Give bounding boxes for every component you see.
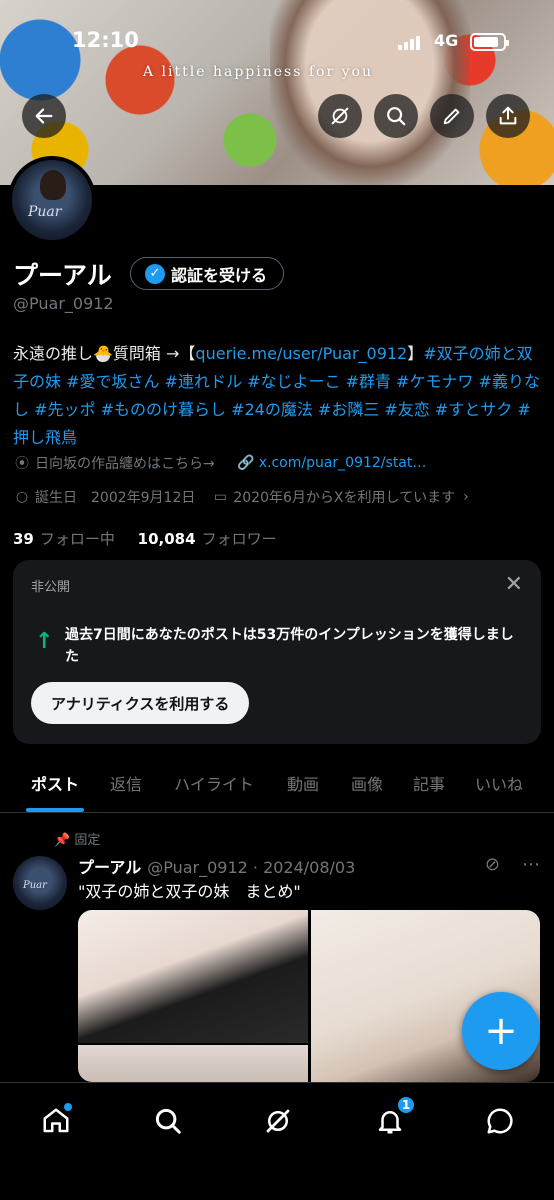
plus-icon: + bbox=[484, 1008, 518, 1054]
nav-messages[interactable] bbox=[480, 1101, 520, 1141]
search-button[interactable] bbox=[374, 94, 418, 138]
birthday-text: 誕生日 2002年9月12日 bbox=[35, 490, 196, 506]
tab-replies[interactable]: 返信 bbox=[108, 763, 144, 812]
search-icon bbox=[155, 1108, 181, 1134]
edit-button[interactable] bbox=[430, 94, 474, 138]
tab-videos[interactable]: 動画 bbox=[284, 763, 322, 812]
followers-label: フォロワー bbox=[201, 530, 277, 548]
home-dot bbox=[64, 1103, 72, 1111]
card-caption: 非公開 bbox=[31, 580, 71, 595]
post-header: プーアル @Puar_0912 · 2024/08/03 bbox=[78, 854, 355, 878]
tab-articles[interactable]: 記事 bbox=[410, 763, 448, 812]
calendar-icon: ▭ bbox=[213, 489, 227, 505]
signal-icon bbox=[398, 36, 420, 50]
followers-link[interactable]: 10,084 フォロワー bbox=[138, 530, 277, 548]
followers-count: 10,084 bbox=[137, 530, 196, 548]
banner-caption: A little happiness for you bbox=[143, 64, 373, 80]
back-arrow-icon bbox=[35, 108, 53, 124]
analytics-card: 非公開 ✕ ↑ 過去7日間にあなたのポストは53万件のインプレッションを獲得しま… bbox=[13, 560, 541, 744]
chevron-right-icon[interactable]: › bbox=[463, 489, 469, 505]
post-avatar-signature: Puar bbox=[23, 880, 47, 891]
search-icon bbox=[387, 107, 406, 126]
get-verified-label: 認証を受ける bbox=[171, 265, 268, 285]
location-text: 日向坂の作品纏めはこちら→ bbox=[35, 456, 215, 472]
nav-grok[interactable] bbox=[258, 1101, 298, 1141]
profile-avatar[interactable]: Puar bbox=[8, 156, 96, 244]
profile-dates: ○ 誕生日 2002年9月12日 ▭ 2020年6月からXを利用しています › bbox=[13, 487, 469, 507]
nav-search[interactable] bbox=[148, 1101, 188, 1141]
pin-icon: 📌 bbox=[54, 833, 71, 848]
bottom-navigation: 1 bbox=[0, 1082, 554, 1200]
tab-likes[interactable]: いいね bbox=[472, 763, 526, 812]
avatar-signature: Puar bbox=[28, 204, 62, 220]
network-label: 4G bbox=[434, 31, 459, 50]
status-bar: 12:10 4G bbox=[0, 28, 554, 56]
notification-badge: 1 bbox=[396, 1095, 416, 1115]
tab-highlights[interactable]: ハイライト bbox=[170, 763, 258, 812]
profile-handle: @Puar_0912 bbox=[13, 294, 114, 313]
post-author[interactable]: プーアル bbox=[78, 858, 141, 877]
post-photo-3[interactable] bbox=[78, 1045, 308, 1082]
link-icon: 🔗 bbox=[237, 455, 255, 471]
nav-notifications[interactable]: 1 bbox=[370, 1095, 416, 1141]
grok-icon[interactable]: ⊘ bbox=[485, 854, 500, 875]
back-button[interactable] bbox=[22, 94, 66, 138]
impressions-message: 過去7日間にあなたのポストは53万件のインプレッションを獲得しました bbox=[65, 627, 514, 665]
get-verified-button[interactable]: ✓ 認証を受ける bbox=[130, 257, 285, 290]
following-link[interactable]: 39 フォロー中 bbox=[13, 530, 115, 548]
tab-images[interactable]: 画像 bbox=[348, 763, 386, 812]
avatar-figure bbox=[40, 170, 66, 200]
status-time: 12:10 bbox=[72, 28, 139, 52]
grok-icon bbox=[266, 1109, 290, 1133]
grok-button[interactable] bbox=[318, 94, 362, 138]
battery-icon bbox=[470, 33, 509, 51]
arrow-up-icon: ↑ bbox=[35, 629, 54, 654]
post-avatar[interactable]: Puar bbox=[13, 856, 67, 910]
pinned-label: 固定 bbox=[74, 833, 101, 848]
website-link[interactable]: x.com/puar_0912/stat… bbox=[259, 455, 427, 471]
follow-counts: 39 フォロー中 10,084 フォロワー bbox=[13, 528, 277, 549]
bio-bracket: 】 bbox=[407, 344, 424, 363]
profile-name: プーアル bbox=[13, 261, 112, 290]
balloon-icon: ○ bbox=[15, 489, 29, 505]
post-actions: ⊘ ⋯ bbox=[485, 854, 540, 875]
post-photo-1[interactable] bbox=[78, 910, 308, 1043]
grok-icon bbox=[331, 107, 349, 125]
more-icon[interactable]: ⋯ bbox=[522, 854, 540, 875]
tab-posts[interactable]: ポスト bbox=[26, 763, 84, 812]
pencil-icon bbox=[443, 108, 460, 125]
profile-tabs: ポスト 返信 ハイライト 動画 画像 記事 いいね bbox=[0, 763, 554, 813]
nav-home[interactable] bbox=[36, 1101, 76, 1141]
analytics-button[interactable]: アナリティクスを利用する bbox=[31, 682, 250, 724]
following-label: フォロー中 bbox=[39, 530, 115, 548]
location-icon: ⦿ bbox=[15, 456, 29, 472]
joined-text: 2020年6月からXを利用しています bbox=[233, 490, 456, 506]
bio-text: 永遠の推し🐣質問箱 →【 bbox=[13, 344, 196, 363]
pinned-indicator: 📌 固定 bbox=[54, 829, 100, 848]
verified-badge-icon: ✓ bbox=[145, 263, 165, 284]
profile-location: ⦿ 日向坂の作品纏めはこちら→ 🔗 x.com/puar_0912/stat… bbox=[13, 453, 426, 473]
profile-bio: 永遠の推し🐣質問箱 →【querie.me/user/Puar_0912】#双子… bbox=[13, 340, 541, 452]
following-count: 39 bbox=[13, 530, 34, 548]
post-text: "双子の姉と双子の妹 まとめ" bbox=[78, 882, 301, 901]
bio-link[interactable]: querie.me/user/Puar_0912 bbox=[195, 344, 407, 363]
message-icon bbox=[487, 1108, 513, 1134]
close-icon[interactable]: ✕ bbox=[505, 572, 523, 597]
post-handle-date: @Puar_0912 · 2024/08/03 bbox=[147, 858, 356, 877]
share-button[interactable] bbox=[486, 94, 530, 138]
compose-button[interactable]: + bbox=[462, 992, 540, 1070]
share-icon bbox=[499, 106, 517, 125]
